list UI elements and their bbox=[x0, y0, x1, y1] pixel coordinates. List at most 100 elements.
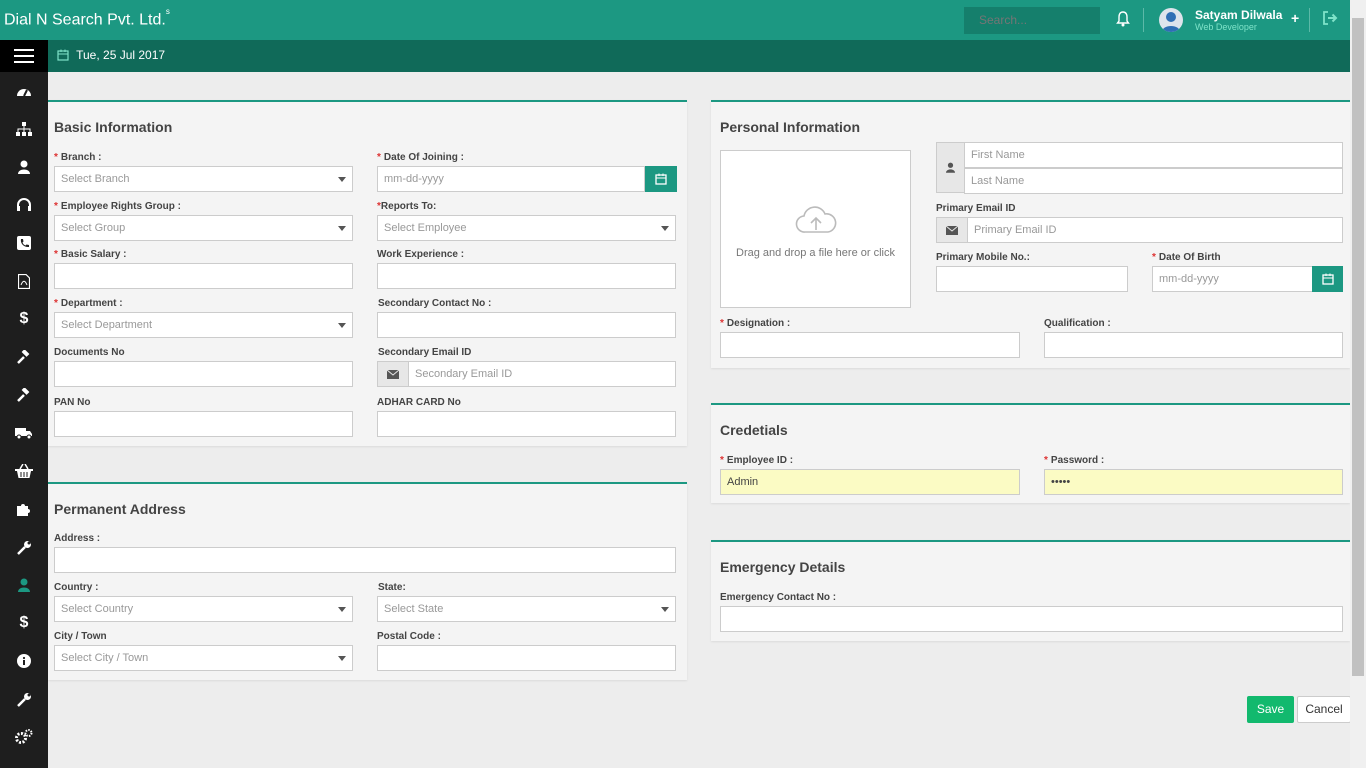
sidebar: $ $ bbox=[0, 40, 48, 768]
dropzone-text: Drag and drop a file here or click bbox=[736, 247, 895, 259]
phone-icon[interactable] bbox=[14, 233, 34, 253]
puzzle-icon[interactable] bbox=[14, 499, 34, 519]
logout-icon[interactable] bbox=[1322, 11, 1338, 30]
gavel-icon[interactable] bbox=[14, 385, 34, 405]
user-role: Web Developer bbox=[1195, 22, 1257, 32]
date-bar: Tue, 25 Jul 2017 bbox=[48, 40, 1366, 72]
date-of-joining-input[interactable]: mm-dd-yyyy bbox=[377, 166, 645, 192]
cancel-button[interactable]: Cancel bbox=[1297, 696, 1351, 723]
address-input[interactable] bbox=[54, 547, 676, 573]
pan-no-input[interactable] bbox=[54, 411, 353, 437]
wrench-icon[interactable] bbox=[14, 689, 34, 709]
chevron-down-icon bbox=[661, 226, 669, 231]
password-input[interactable]: ••••• bbox=[1044, 469, 1343, 495]
reports-to-select[interactable]: Select Employee bbox=[377, 215, 676, 241]
user-icon bbox=[936, 142, 965, 193]
date-of-birth-label: * Date Of Birth bbox=[1152, 252, 1221, 263]
postal-code-input[interactable] bbox=[377, 645, 676, 671]
calendar-button[interactable] bbox=[1312, 266, 1343, 292]
basic-salary-input[interactable] bbox=[54, 263, 353, 289]
qualification-input[interactable] bbox=[1044, 332, 1343, 358]
last-name-input[interactable]: Last Name bbox=[964, 168, 1343, 194]
date-of-birth-input[interactable]: mm-dd-yyyy bbox=[1152, 266, 1313, 292]
cloud-upload-icon bbox=[795, 206, 837, 233]
work-experience-input[interactable] bbox=[377, 263, 676, 289]
emergency-contact-input[interactable] bbox=[720, 606, 1343, 632]
basket-icon[interactable] bbox=[14, 461, 34, 481]
pan-no-label: PAN No bbox=[54, 397, 91, 408]
address-label: Address : bbox=[54, 533, 101, 544]
panel-title: Permanent Address bbox=[54, 501, 186, 517]
divider bbox=[1309, 8, 1310, 32]
chevron-down-icon bbox=[338, 607, 346, 612]
adhar-label: ADHAR CARD No bbox=[377, 397, 461, 408]
user-icon[interactable] bbox=[14, 575, 34, 595]
qualification-label: Qualification : bbox=[1044, 318, 1111, 329]
postal-code-label: Postal Code : bbox=[377, 631, 441, 642]
headset-icon[interactable] bbox=[14, 195, 34, 215]
branch-label: * Branch : bbox=[54, 152, 102, 163]
branch-select[interactable]: Select Branch bbox=[54, 166, 353, 192]
adhar-input[interactable] bbox=[377, 411, 676, 437]
designation-label: * Designation : bbox=[720, 318, 791, 329]
primary-email-label: Primary Email ID bbox=[936, 203, 1016, 214]
dashboard-icon[interactable] bbox=[14, 81, 34, 101]
reports-to-label: *Reports To: bbox=[377, 201, 437, 212]
file-dropzone[interactable]: Drag and drop a file here or click bbox=[720, 150, 911, 308]
envelope-icon bbox=[377, 361, 409, 387]
primary-mobile-label: Primary Mobile No.: bbox=[936, 252, 1030, 263]
first-name-input[interactable]: First Name bbox=[964, 142, 1343, 168]
pdf-icon[interactable] bbox=[14, 271, 34, 291]
gears-icon[interactable] bbox=[14, 727, 34, 747]
calendar-icon bbox=[655, 173, 667, 185]
scrollbar-thumb[interactable] bbox=[1352, 18, 1364, 676]
save-button[interactable]: Save bbox=[1247, 696, 1294, 723]
panel-title: Personal Information bbox=[720, 119, 861, 135]
chevron-down-icon bbox=[338, 177, 346, 182]
rights-group-label: * Employee Rights Group : bbox=[54, 201, 181, 212]
info-icon[interactable] bbox=[14, 651, 34, 671]
sitemap-icon[interactable] bbox=[14, 119, 34, 139]
country-select[interactable]: Select Country bbox=[54, 596, 353, 622]
documents-no-label: Documents No bbox=[54, 347, 125, 358]
secondary-contact-input[interactable] bbox=[377, 312, 676, 338]
brand-logo[interactable]: Dial N Search Pvt. Ltd.s bbox=[4, 7, 170, 29]
chevron-down-icon bbox=[338, 656, 346, 661]
secondary-contact-label: Secondary Contact No : bbox=[378, 298, 492, 309]
dollar-icon[interactable]: $ bbox=[14, 309, 34, 329]
rights-group-select[interactable]: Select Group bbox=[54, 215, 353, 241]
employee-id-label: * Employee ID : bbox=[720, 455, 794, 466]
panel-title: Emergency Details bbox=[720, 559, 846, 575]
dollar-icon[interactable]: $ bbox=[14, 613, 34, 633]
primary-email-input[interactable]: Primary Email ID bbox=[967, 217, 1343, 243]
date-of-joining-label: * Date Of Joining : bbox=[377, 152, 464, 163]
secondary-email-label: Secondary Email ID bbox=[378, 347, 472, 358]
secondary-email-input[interactable]: Secondary Email ID bbox=[408, 361, 676, 387]
calendar-button[interactable] bbox=[645, 166, 677, 192]
primary-mobile-input[interactable] bbox=[936, 266, 1128, 292]
work-experience-label: Work Experience : bbox=[377, 249, 465, 260]
user-name[interactable]: Satyam Dilwala bbox=[1195, 8, 1282, 22]
truck-icon[interactable] bbox=[14, 423, 34, 443]
state-label: State: bbox=[378, 582, 406, 593]
employee-id-input[interactable]: Admin bbox=[720, 469, 1020, 495]
gavel-icon[interactable] bbox=[14, 347, 34, 367]
calendar-icon bbox=[57, 49, 69, 61]
chevron-down-icon bbox=[661, 607, 669, 612]
search-input[interactable] bbox=[964, 7, 1100, 34]
department-select[interactable]: Select Department bbox=[54, 312, 353, 338]
chevron-down-icon bbox=[338, 323, 346, 328]
designation-input[interactable] bbox=[720, 332, 1020, 358]
plus-icon[interactable]: + bbox=[1291, 10, 1299, 26]
avatar[interactable] bbox=[1159, 8, 1183, 32]
city-select[interactable]: Select City / Town bbox=[54, 645, 353, 671]
wrench-icon[interactable] bbox=[14, 537, 34, 557]
envelope-icon bbox=[936, 217, 968, 243]
user-icon[interactable] bbox=[14, 157, 34, 177]
documents-no-input[interactable] bbox=[54, 361, 353, 387]
bell-icon[interactable] bbox=[1116, 11, 1130, 32]
hamburger-menu-icon[interactable] bbox=[0, 40, 48, 72]
state-select[interactable]: Select State bbox=[377, 596, 676, 622]
divider bbox=[1143, 8, 1144, 32]
department-label: * Department : bbox=[54, 298, 123, 309]
